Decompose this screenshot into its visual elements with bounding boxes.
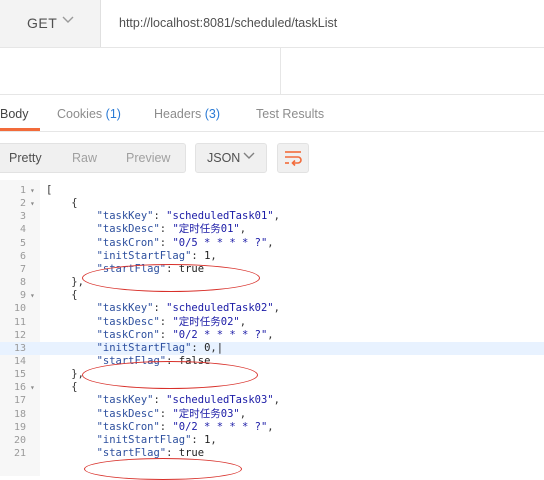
line-number: 17 xyxy=(13,395,26,407)
params-band xyxy=(0,48,544,95)
code-text: { xyxy=(46,197,78,210)
tab-headers[interactable]: Headers (3) xyxy=(154,107,220,121)
tab-test-results[interactable]: Test Results xyxy=(256,107,324,121)
code-line: 11 "taskDesc": "定时任务02", xyxy=(0,316,544,329)
code-line: 12 "taskCron": "0/2 * * * * ?", xyxy=(0,329,544,342)
tab-label: Body xyxy=(0,107,29,121)
code-line: 9 ▾ { xyxy=(0,289,544,302)
line-number: 12 xyxy=(13,329,26,341)
pretty-button[interactable]: Pretty xyxy=(9,151,42,165)
line-number: 5 xyxy=(19,237,26,249)
tab-cookies[interactable]: Cookies (1) xyxy=(57,107,121,121)
response-tabs: Body Cookies (1) Headers (3) Test Result… xyxy=(0,95,544,132)
line-number: 3 xyxy=(19,211,26,223)
active-tab-indicator xyxy=(0,128,40,131)
line-number: 4 xyxy=(19,224,26,236)
code-text: }, xyxy=(46,276,84,289)
divider xyxy=(280,48,281,94)
annotation-ellipse xyxy=(84,458,242,480)
line-number: 20 xyxy=(13,434,26,446)
code-line: 2 ▾ { xyxy=(0,197,544,210)
code-text: [ xyxy=(46,184,53,196)
code-text: "taskDesc": "定时任务02", xyxy=(96,315,247,328)
format-dropdown[interactable]: JSON xyxy=(195,143,267,173)
line-number: 11 xyxy=(13,316,26,328)
line-number: 6 xyxy=(19,250,26,262)
line-number: 14 xyxy=(13,355,26,367)
wrap-icon xyxy=(285,151,302,167)
raw-button[interactable]: Raw xyxy=(72,151,97,165)
code-line: 1 ▾ [ xyxy=(0,184,544,197)
line-number: 16 xyxy=(13,382,26,394)
code-line: 14 "startFlag": false xyxy=(0,355,544,368)
request-bar: GET http://localhost:8081/scheduled/task… xyxy=(0,0,544,48)
line-number: 21 xyxy=(13,448,26,459)
method-label: GET xyxy=(27,15,58,31)
code-line: 19 "taskCron": "0/2 * * * * ?", xyxy=(0,421,544,434)
code-text: }, xyxy=(46,368,84,381)
line-number: 19 xyxy=(13,421,26,433)
code-line: 17 "taskKey": "scheduledTask03", xyxy=(0,394,544,407)
tab-label: Test Results xyxy=(256,107,325,121)
code-line: 3 "taskKey": "scheduledTask01", xyxy=(0,210,544,223)
code-text: "taskCron": "0/2 * * * * ?", xyxy=(96,420,274,433)
method-selector[interactable]: GET xyxy=(0,0,101,47)
code-text: { xyxy=(46,381,78,394)
code-text: "initStartFlag": 0,| xyxy=(96,341,224,354)
tab-body[interactable]: Body xyxy=(0,107,29,121)
line-number: 9 xyxy=(19,290,26,302)
line-number: 7 xyxy=(19,263,26,275)
code-line: 18 "taskDesc": "定时任务03", xyxy=(0,408,544,421)
code-text: "initStartFlag": 1, xyxy=(96,433,217,446)
line-number: 10 xyxy=(13,303,26,315)
fold-toggle-icon[interactable]: ▾ xyxy=(30,381,35,394)
line-number: 18 xyxy=(13,408,26,420)
code-text: "taskKey": "scheduledTask02", xyxy=(96,302,280,315)
text-cursor: | xyxy=(216,341,224,354)
tab-count: (3) xyxy=(204,107,221,121)
fold-toggle-icon[interactable]: ▾ xyxy=(30,184,35,197)
tab-label: Cookies xyxy=(57,107,103,121)
code-text: "taskKey": "scheduledTask01", xyxy=(96,210,280,223)
fold-toggle-icon[interactable]: ▾ xyxy=(30,289,35,302)
line-number: 1 xyxy=(19,185,26,196)
code-text: "taskDesc": "定时任务01", xyxy=(96,223,247,236)
code-text: "taskKey": "scheduledTask03", xyxy=(96,394,280,407)
annotation-ellipse xyxy=(82,264,260,292)
code-line: 6 "initStartFlag": 1, xyxy=(0,250,544,263)
code-line: 4 "taskDesc": "定时任务01", xyxy=(0,223,544,236)
line-number: 2 xyxy=(19,198,26,210)
line-number: 8 xyxy=(19,277,26,289)
tab-label: Headers xyxy=(154,107,202,121)
preview-button[interactable]: Preview xyxy=(126,151,170,165)
code-line: 20 "initStartFlag": 1, xyxy=(0,434,544,447)
code-line: 21 "startFlag": true xyxy=(0,447,544,460)
code-text: "taskCron": "0/5 * * * * ?", xyxy=(96,236,274,249)
url-input[interactable]: http://localhost:8081/scheduled/taskList xyxy=(119,16,337,30)
view-mode-group: Pretty Raw Preview xyxy=(0,143,186,173)
code-text: "taskCron": "0/2 * * * * ?", xyxy=(96,328,274,341)
line-number: 13 xyxy=(13,342,26,354)
chevron-down-icon xyxy=(243,148,255,165)
tab-count: (1) xyxy=(105,107,121,121)
wrap-lines-button[interactable] xyxy=(277,143,309,173)
fold-toggle-icon[interactable]: ▾ xyxy=(30,197,35,210)
chevron-down-icon xyxy=(62,12,74,29)
code-line: 5 "taskCron": "0/5 * * * * ?", xyxy=(0,237,544,250)
annotation-ellipse xyxy=(82,361,258,389)
code-line: 16 ▾ { xyxy=(0,381,544,394)
code-text: { xyxy=(46,289,78,302)
code-line: 13 "initStartFlag": 0,| xyxy=(0,341,544,355)
format-label: JSON xyxy=(207,151,241,165)
code-text: "taskDesc": "定时任务03", xyxy=(96,407,247,420)
code-text: "initStartFlag": 1, xyxy=(96,249,217,262)
code-line: 10 "taskKey": "scheduledTask02", xyxy=(0,302,544,315)
response-body[interactable]: 1 ▾ [2 ▾ {3 "taskKey": "scheduledTask01", 4 … xyxy=(0,180,544,480)
line-number: 15 xyxy=(13,369,26,381)
code-line: 7 "startFlag": true xyxy=(0,263,544,276)
